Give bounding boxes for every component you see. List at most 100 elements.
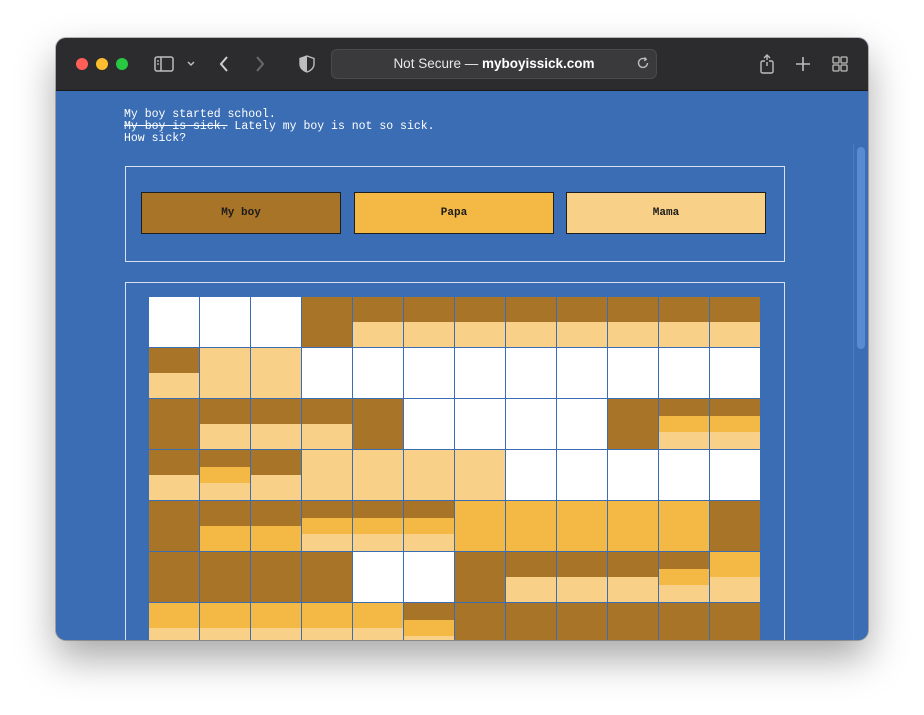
grid-cell-band <box>251 603 301 629</box>
browser-window: Not Secure — myboyissick.com My boy star… <box>56 38 868 640</box>
grid-cell-band <box>200 399 250 425</box>
close-window-button[interactable] <box>76 58 88 70</box>
grid-cell <box>353 399 404 450</box>
address-bar[interactable]: Not Secure — myboyissick.com <box>331 49 657 79</box>
grid-cell <box>659 501 710 552</box>
grid-cell-band <box>200 552 250 602</box>
address-domain: myboyissick.com <box>481 56 595 71</box>
grid-cell-band <box>353 450 403 500</box>
grid-cell-band <box>404 534 454 551</box>
grid-cell-band <box>404 636 454 640</box>
grid-cell <box>251 450 302 501</box>
reload-icon[interactable] <box>636 56 650 75</box>
scrollbar-thumb[interactable] <box>857 147 865 349</box>
sidebar-toggle-icon[interactable] <box>152 52 176 76</box>
grid-cell <box>251 348 302 399</box>
grid-cell-band <box>608 399 658 449</box>
grid-cell <box>404 399 455 450</box>
grid-cell-band <box>149 628 199 640</box>
grid-cell <box>251 399 302 450</box>
grid-cell-band <box>251 526 301 551</box>
grid-cell <box>455 552 506 603</box>
grid-cell-band <box>149 501 199 551</box>
grid-cell-band <box>302 517 352 535</box>
grid-cell-band <box>404 603 454 620</box>
share-icon[interactable] <box>756 52 778 76</box>
grid-cell-band <box>710 399 760 416</box>
grid-cell-band <box>200 450 250 467</box>
grid-cell-band <box>710 552 760 578</box>
grid-cell-band <box>302 552 352 602</box>
grid-cell-band <box>302 628 352 640</box>
legend-mama-button[interactable]: Mama <box>566 192 766 234</box>
grid-cell-band <box>149 399 199 449</box>
grid-cell <box>506 501 557 552</box>
zoom-window-button[interactable] <box>116 58 128 70</box>
grid-cell-band <box>149 552 199 602</box>
grid-cell-band <box>557 322 607 347</box>
grid-cell-band <box>557 501 607 551</box>
grid-cell <box>557 552 608 603</box>
new-tab-icon[interactable] <box>792 52 814 76</box>
grid-cell-band <box>506 577 556 602</box>
grid-cell-band <box>200 526 250 551</box>
grid-cell-band <box>710 577 760 602</box>
grid-cell <box>353 297 404 348</box>
grid-cell <box>455 450 506 501</box>
title-bar: Not Secure — myboyissick.com <box>56 38 868 91</box>
grid-cell <box>149 399 200 450</box>
grid-cell-band <box>200 628 250 640</box>
grid-cell-band <box>659 552 709 569</box>
grid-cell-band <box>200 466 250 484</box>
grid-cell-band <box>455 552 505 602</box>
grid-cell <box>302 501 353 552</box>
grid-cell <box>710 603 761 640</box>
grid-cell-band <box>659 415 709 433</box>
grid-cell <box>455 501 506 552</box>
grid-cell-band <box>710 322 760 347</box>
tab-overview-icon[interactable] <box>829 52 851 76</box>
grid-cell-band <box>455 603 505 640</box>
grid-cell <box>557 297 608 348</box>
grid-cell-band <box>251 450 301 476</box>
legend-my-boy-button[interactable]: My boy <box>141 192 341 234</box>
grid-cell <box>455 603 506 640</box>
grid-cell-band <box>659 399 709 416</box>
grid-cell <box>149 450 200 501</box>
grid-cell-band <box>404 619 454 637</box>
legend-papa-button[interactable]: Papa <box>354 192 554 234</box>
grid-cell-band <box>302 297 352 347</box>
grid-cell <box>404 501 455 552</box>
grid-cell <box>251 501 302 552</box>
grid-cell <box>506 450 557 501</box>
grid-cell <box>200 552 251 603</box>
grid-cell-band <box>659 603 709 640</box>
back-arrow-icon[interactable] <box>214 52 234 76</box>
grid-cell <box>302 399 353 450</box>
grid-cell <box>659 552 710 603</box>
grid-cell <box>608 297 659 348</box>
grid-cell-band <box>710 297 760 323</box>
grid-cell-band <box>557 577 607 602</box>
grid-cell-band <box>710 501 760 551</box>
shield-icon[interactable] <box>296 52 318 76</box>
grid-cell-band <box>404 517 454 535</box>
minimize-window-button[interactable] <box>96 58 108 70</box>
grid-cell <box>302 297 353 348</box>
forward-arrow-icon[interactable] <box>250 52 270 76</box>
grid-cell-band <box>200 603 250 629</box>
grid-cell <box>659 450 710 501</box>
grid-cell-band <box>506 603 556 640</box>
grid-cell <box>455 348 506 399</box>
grid-cell <box>149 552 200 603</box>
grid-cell-band <box>251 552 301 602</box>
grid-cell <box>557 348 608 399</box>
grid-cell <box>302 552 353 603</box>
grid-cell <box>404 450 455 501</box>
grid-cell-band <box>149 603 199 629</box>
chevron-down-icon[interactable] <box>184 52 198 76</box>
grid-cell <box>557 399 608 450</box>
grid-cell <box>251 552 302 603</box>
grid-cell-band <box>506 322 556 347</box>
grid-cell-band <box>659 585 709 602</box>
